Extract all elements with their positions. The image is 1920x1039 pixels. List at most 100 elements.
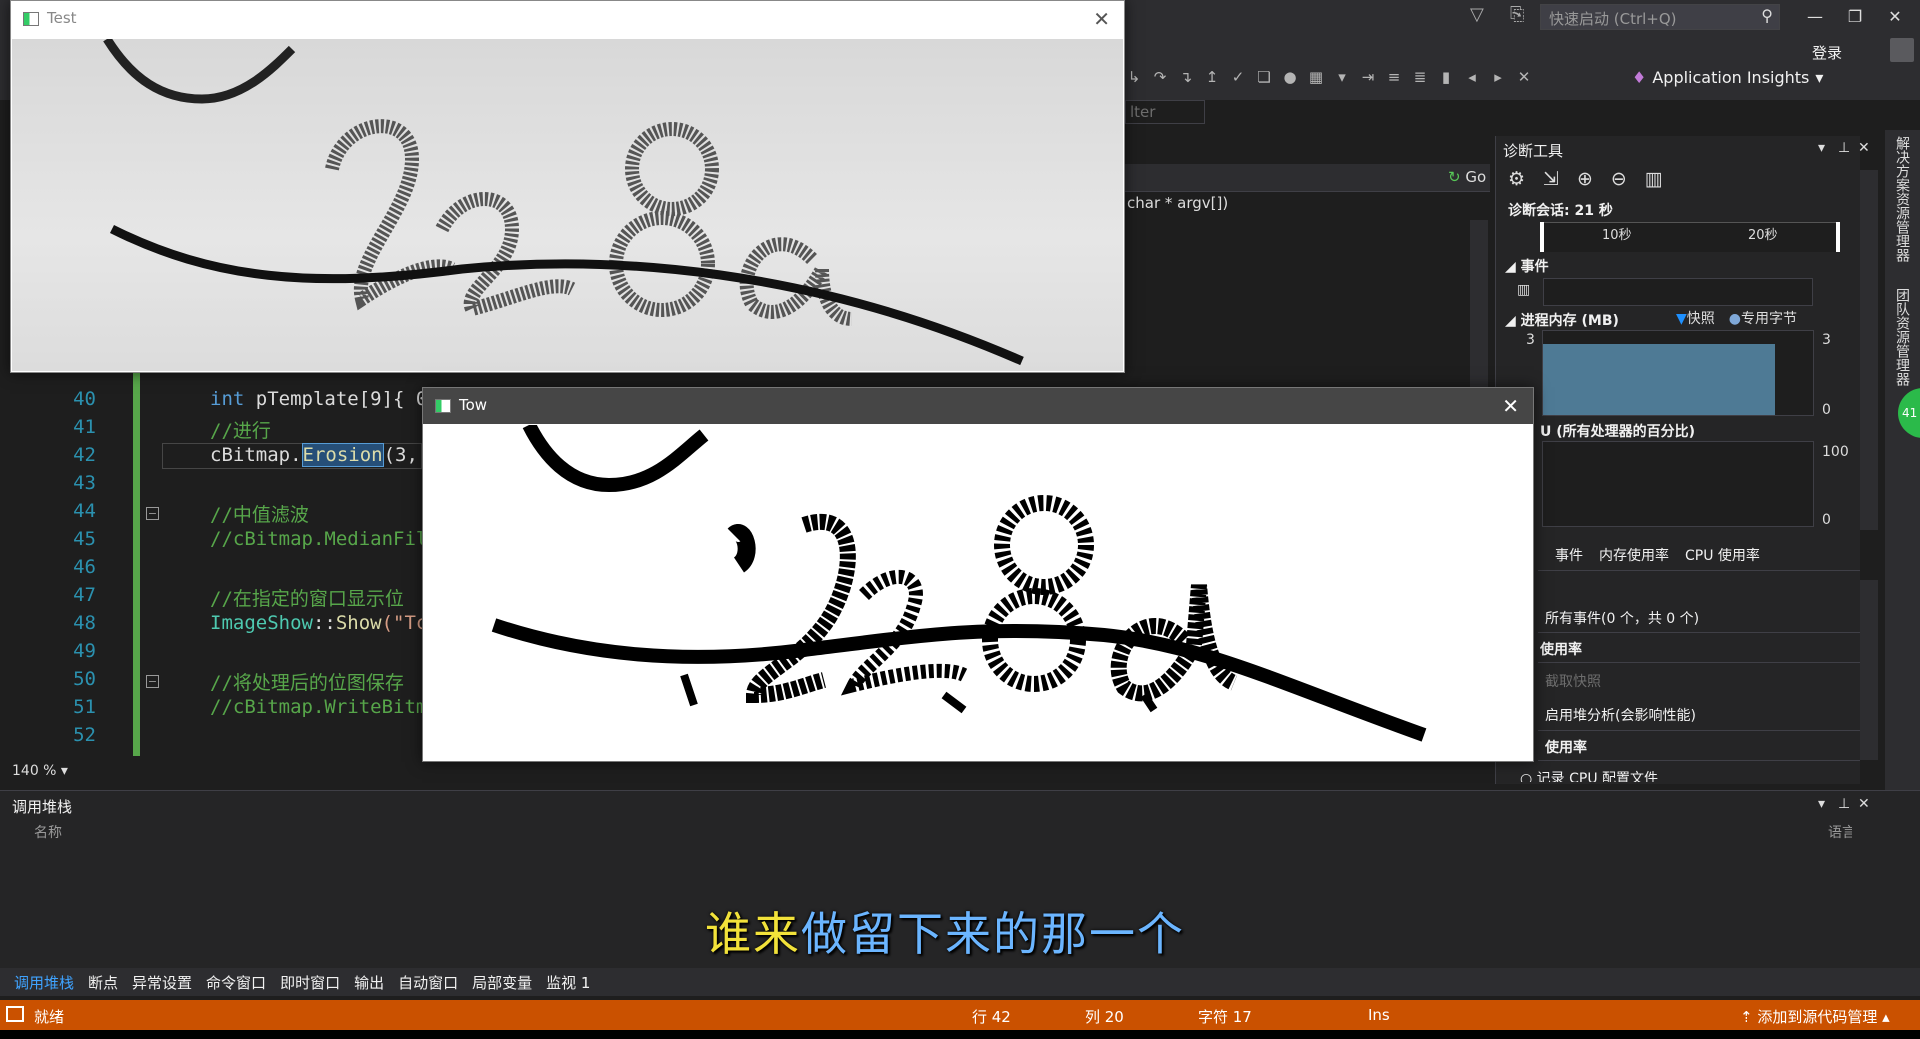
minimize-button[interactable]: —: [1800, 4, 1830, 30]
solution-explorer-tab[interactable]: 解决方案资源管理器: [1892, 136, 1912, 262]
tab-command-window[interactable]: 命令窗口: [206, 972, 266, 993]
application-insights-button[interactable]: ♦ Application Insights ▾: [1632, 68, 1823, 87]
timeline-start-handle[interactable]: [1540, 222, 1544, 252]
tab-exception-settings[interactable]: 异常设置: [132, 972, 192, 993]
filter-combo[interactable]: lter: [1125, 100, 1205, 124]
editor-nav-bar[interactable]: [1125, 164, 1490, 192]
code-line[interactable]: ImageShow::Show("Tc: [210, 612, 427, 634]
status-row[interactable]: 行 42: [972, 1006, 1011, 1027]
close-icon[interactable]: ✕: [1858, 140, 1870, 156]
dropdown-icon[interactable]: ▾: [1333, 68, 1351, 92]
pin-icon[interactable]: ●: [1281, 68, 1299, 92]
close-icon[interactable]: ✕: [1093, 7, 1110, 31]
status-insert-mode[interactable]: Ins: [1368, 1006, 1390, 1024]
memory-legend: ▼快照 ●专用字节: [1676, 308, 1797, 328]
profile-icon[interactable]: [1890, 38, 1914, 62]
feedback-icon[interactable]: ⎘: [1510, 4, 1524, 25]
status-char[interactable]: 字符 17: [1198, 1006, 1252, 1027]
export-icon[interactable]: ⇲: [1543, 168, 1559, 190]
column-header-name[interactable]: 名称: [34, 822, 62, 842]
chevron-down-icon[interactable]: ▾: [1818, 796, 1825, 812]
quick-launch-input[interactable]: 快速启动 (Ctrl+Q) ⚲: [1540, 4, 1780, 30]
diagnostics-scrollbar[interactable]: [1860, 170, 1878, 530]
chevron-down-icon[interactable]: ▾: [1818, 140, 1825, 156]
cpu-chart[interactable]: [1542, 441, 1814, 527]
application-insights-label: Application Insights: [1652, 68, 1810, 87]
step-icon[interactable]: ↳: [1125, 68, 1143, 92]
code-text: (3,: [383, 444, 418, 466]
code-line[interactable]: //将处理后的位图保存: [210, 668, 404, 695]
pin-icon[interactable]: ⊥: [1838, 796, 1850, 812]
copy-icon[interactable]: ❏: [1255, 68, 1273, 92]
team-explorer-tab[interactable]: 团队资源管理器: [1892, 288, 1912, 386]
code-line[interactable]: int pTemplate[9]{ 0: [210, 388, 427, 410]
fold-toggle[interactable]: −: [146, 675, 159, 688]
code-line[interactable]: //中值滤波: [210, 500, 309, 527]
gear-icon[interactable]: ⚙: [1508, 168, 1525, 190]
close-icon[interactable]: ✕: [1502, 394, 1519, 418]
step-out-icon[interactable]: ↥: [1203, 68, 1221, 92]
all-events-summary[interactable]: 所有事件(0 个，共 0 个): [1545, 608, 1699, 628]
comment-icon[interactable]: ≡: [1385, 68, 1403, 92]
indent-icon[interactable]: ⇥: [1359, 68, 1377, 92]
diagnostics-list-scrollbar[interactable]: [1860, 580, 1878, 760]
function-name: Show: [335, 612, 382, 634]
cpu-section-header[interactable]: U (所有处理器的百分比): [1540, 421, 1695, 441]
memory-chart[interactable]: [1542, 330, 1814, 416]
next-bookmark-icon[interactable]: ▸: [1489, 68, 1507, 92]
grid-icon[interactable]: ▦: [1307, 68, 1325, 92]
tab-cpu-usage[interactable]: CPU 使用率: [1685, 545, 1760, 565]
close-icon[interactable]: ✕: [1858, 796, 1870, 812]
go-button[interactable]: ↻ Go: [1448, 168, 1486, 186]
tab-immediate-window[interactable]: 即时窗口: [280, 972, 340, 993]
login-link[interactable]: 登录: [1812, 42, 1842, 63]
tab-output[interactable]: 输出: [354, 972, 384, 993]
tab-watch-1[interactable]: 监视 1: [546, 972, 590, 993]
tow-window-titlebar[interactable]: Tow ✕: [423, 388, 1533, 424]
reset-zoom-icon[interactable]: ▥: [1645, 168, 1663, 190]
memory-section-header[interactable]: ◢ 进程内存 (MB): [1505, 310, 1619, 330]
filter-icon[interactable]: ▽: [1470, 4, 1484, 25]
zoom-in-icon[interactable]: ⊕: [1577, 168, 1593, 190]
code-line[interactable]: //cBitmap.WriteBitm: [210, 696, 427, 718]
take-snapshot-link[interactable]: 截取快照: [1545, 671, 1601, 691]
uncomment-icon[interactable]: ≣: [1411, 68, 1429, 92]
heap-analysis-checkbox[interactable]: 启用堆分析(会影响性能): [1545, 705, 1696, 725]
add-to-source-control[interactable]: ⇡ 添加到源代码管理 ▴: [1740, 1006, 1890, 1027]
editor-horizontal-scrollbar[interactable]: [95, 762, 1465, 780]
timeline-ruler[interactable]: [1540, 222, 1840, 252]
record-cpu-profile-option[interactable]: ○ 记录 CPU 配置文件: [1520, 768, 1658, 782]
pause-icon[interactable]: ▥: [1517, 282, 1530, 298]
code-line[interactable]: cBitmap.Erosion(3,: [210, 443, 418, 467]
search-icon[interactable]: ⚲: [1761, 6, 1773, 25]
step-over-icon[interactable]: ↷: [1151, 68, 1169, 92]
zoom-out-icon[interactable]: ⊖: [1611, 168, 1627, 190]
close-button[interactable]: ✕: [1880, 4, 1910, 30]
fold-toggle[interactable]: −: [146, 507, 159, 520]
test-image-window[interactable]: Test ✕: [10, 0, 1125, 373]
tab-call-stack[interactable]: 调用堆栈: [14, 972, 74, 993]
pin-icon[interactable]: ⊥: [1838, 140, 1850, 156]
timeline-end-handle[interactable]: [1836, 222, 1840, 252]
status-column[interactable]: 列 20: [1085, 1006, 1124, 1027]
events-section-header[interactable]: ◢ 事件: [1505, 256, 1549, 276]
legend-snapshot-label: 快照: [1686, 311, 1715, 327]
code-line[interactable]: //在指定的窗口显示位: [210, 584, 404, 611]
tab-locals[interactable]: 局部变量: [472, 972, 532, 993]
step-into-icon[interactable]: ↴: [1177, 68, 1195, 92]
zoom-level[interactable]: 140 % ▾: [12, 763, 68, 779]
selected-method[interactable]: Erosion: [301, 443, 384, 467]
tow-image-window[interactable]: Tow ✕: [422, 387, 1534, 762]
tab-events[interactable]: 事件: [1555, 545, 1583, 565]
test-window-titlebar[interactable]: Test ✕: [11, 1, 1124, 37]
tab-memory-usage[interactable]: 内存使用率: [1599, 545, 1669, 565]
restore-button[interactable]: ❐: [1840, 4, 1870, 30]
build-icon[interactable]: ✓: [1229, 68, 1247, 92]
bookmark-icon[interactable]: ▮: [1437, 68, 1455, 92]
code-line[interactable]: //进行: [210, 416, 271, 443]
tab-autos[interactable]: 自动窗口: [398, 972, 458, 993]
code-line[interactable]: //cBitmap.MedianFil: [210, 528, 427, 550]
clear-bookmark-icon[interactable]: ✕: [1515, 68, 1533, 92]
tab-breakpoints[interactable]: 断点: [88, 972, 118, 993]
prev-bookmark-icon[interactable]: ◂: [1463, 68, 1481, 92]
